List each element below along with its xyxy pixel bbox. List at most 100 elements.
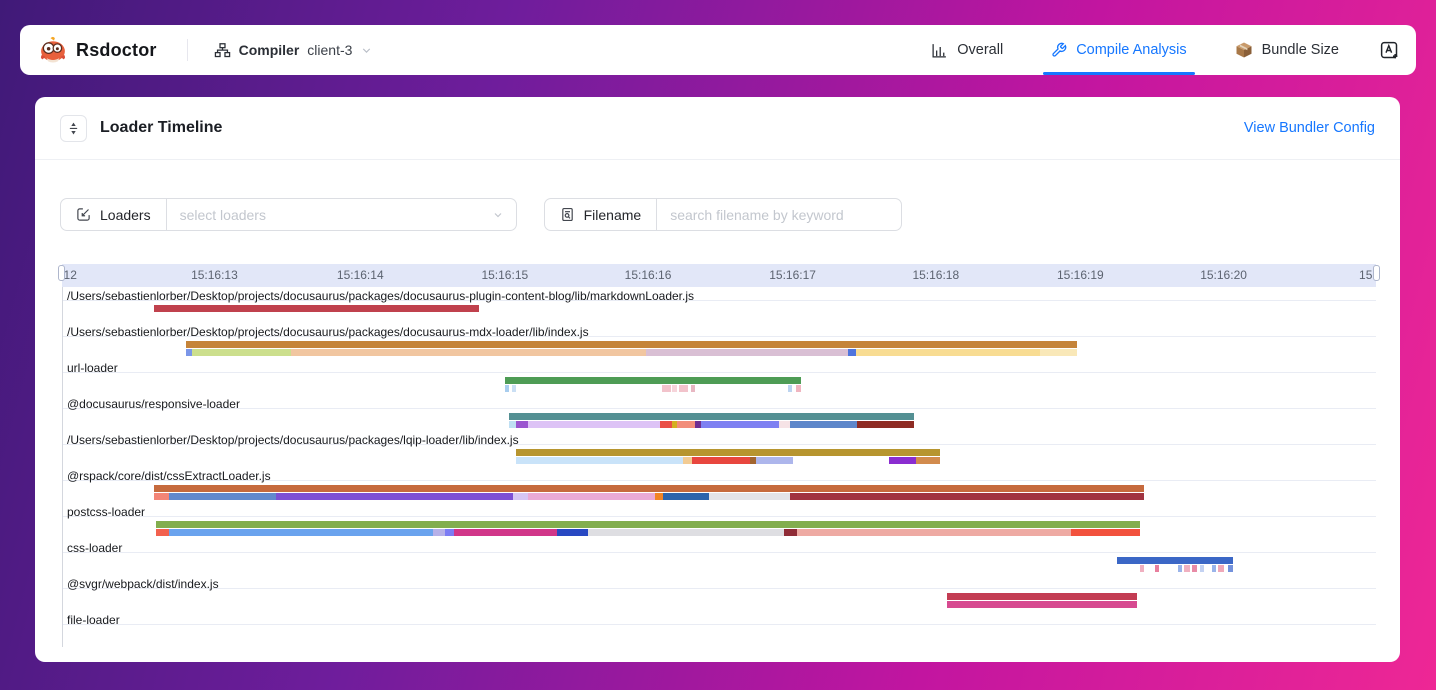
axis-tick: 15:16:15 bbox=[481, 268, 528, 282]
nav-compile-analysis[interactable]: Compile Analysis bbox=[1047, 25, 1190, 75]
loader-span[interactable] bbox=[186, 341, 1076, 348]
loader-span[interactable] bbox=[848, 349, 856, 356]
loader-span[interactable] bbox=[790, 493, 1143, 500]
loader-span[interactable] bbox=[1155, 565, 1159, 572]
loader-span[interactable] bbox=[756, 457, 793, 464]
loader-span[interactable] bbox=[512, 385, 516, 392]
loader-span[interactable] bbox=[660, 421, 672, 428]
timeline-row: /Users/sebastienlorber/Desktop/projects/… bbox=[63, 287, 1376, 323]
loader-span[interactable] bbox=[790, 421, 857, 428]
loader-span[interactable] bbox=[779, 421, 791, 428]
loader-span[interactable] bbox=[513, 493, 527, 500]
brand-title: Rsdoctor bbox=[76, 40, 157, 61]
loader-span[interactable] bbox=[916, 457, 940, 464]
nav-bundle-size-label: Bundle Size bbox=[1262, 42, 1339, 58]
loader-span[interactable] bbox=[509, 421, 516, 428]
loader-span[interactable] bbox=[677, 421, 694, 428]
loader-span[interactable] bbox=[709, 493, 790, 500]
loader-span[interactable] bbox=[692, 457, 750, 464]
loader-span[interactable] bbox=[701, 421, 778, 428]
timeline-row: file-loader bbox=[63, 611, 1376, 647]
loader-span[interactable] bbox=[156, 529, 169, 536]
loader-span[interactable] bbox=[291, 349, 646, 356]
timeline-row: url-loader bbox=[63, 359, 1376, 395]
timeline-lane bbox=[63, 421, 1376, 428]
loader-span[interactable] bbox=[788, 385, 792, 392]
loader-span[interactable] bbox=[516, 421, 528, 428]
loader-span[interactable] bbox=[1178, 565, 1182, 572]
nav-overall[interactable]: Overall bbox=[927, 25, 1007, 75]
loader-span[interactable] bbox=[663, 493, 709, 500]
loader-span[interactable] bbox=[1040, 349, 1077, 356]
loader-span[interactable] bbox=[1140, 565, 1144, 572]
loader-span[interactable] bbox=[947, 593, 1137, 600]
loader-span[interactable] bbox=[433, 529, 445, 536]
loader-span[interactable] bbox=[857, 421, 913, 428]
nav-bundle-size[interactable]: Bundle Size bbox=[1231, 25, 1343, 75]
loader-span[interactable] bbox=[192, 349, 292, 356]
loader-span[interactable] bbox=[796, 385, 801, 392]
loader-span[interactable] bbox=[528, 421, 661, 428]
loader-span[interactable] bbox=[516, 449, 940, 456]
loader-span[interactable] bbox=[445, 529, 454, 536]
brush-handle-right[interactable] bbox=[1373, 265, 1380, 281]
loader-span[interactable] bbox=[797, 529, 1071, 536]
top-nav: Overall Compile Analysis Bundle Size bbox=[907, 25, 1400, 75]
loader-span[interactable] bbox=[655, 493, 663, 500]
loader-span[interactable] bbox=[505, 385, 509, 392]
panel-header: Loader Timeline View Bundler Config bbox=[35, 97, 1400, 160]
loader-span[interactable] bbox=[784, 529, 797, 536]
loader-span[interactable] bbox=[154, 493, 170, 500]
timeline-lane bbox=[63, 377, 1376, 384]
loader-span[interactable] bbox=[1212, 565, 1216, 572]
timeline-lane bbox=[63, 449, 1376, 456]
loader-name: url-loader bbox=[63, 361, 118, 375]
loader-name: /Users/sebastienlorber/Desktop/projects/… bbox=[63, 289, 694, 303]
loader-span[interactable] bbox=[154, 305, 480, 312]
loader-span[interactable] bbox=[1218, 565, 1223, 572]
column-height-icon[interactable] bbox=[60, 115, 87, 142]
loader-span[interactable] bbox=[1192, 565, 1197, 572]
loader-span[interactable] bbox=[557, 529, 589, 536]
loader-span[interactable] bbox=[1200, 565, 1204, 572]
loader-span[interactable] bbox=[169, 529, 433, 536]
view-bundler-config-link[interactable]: View Bundler Config bbox=[1244, 120, 1375, 136]
loader-span[interactable] bbox=[1184, 565, 1189, 572]
loader-span[interactable] bbox=[516, 457, 683, 464]
loader-span[interactable] bbox=[691, 385, 695, 392]
axis-tick: 15:16:14 bbox=[337, 268, 384, 282]
axis-tick: 15:16:20 bbox=[1200, 268, 1247, 282]
loader-span[interactable] bbox=[1228, 565, 1233, 572]
translate-icon[interactable] bbox=[1379, 40, 1400, 61]
loader-span[interactable] bbox=[889, 457, 917, 464]
filename-search-input[interactable] bbox=[657, 198, 902, 231]
loader-span[interactable] bbox=[276, 493, 514, 500]
loader-span[interactable] bbox=[588, 529, 784, 536]
timeline-axis[interactable]: :1215:16:1315:16:1415:16:1515:16:1615:16… bbox=[62, 264, 1376, 287]
loader-span[interactable] bbox=[947, 601, 1137, 608]
loader-name: /Users/sebastienlorber/Desktop/projects/… bbox=[63, 325, 589, 339]
filename-addon-label: Filename bbox=[584, 207, 642, 223]
loader-span[interactable] bbox=[528, 493, 655, 500]
axis-tick: 15:16:18 bbox=[912, 268, 959, 282]
compiler-selector[interactable]: Compiler client-3 bbox=[214, 42, 374, 59]
loader-span[interactable] bbox=[856, 349, 1040, 356]
loader-span[interactable] bbox=[169, 493, 275, 500]
loader-span[interactable] bbox=[683, 457, 692, 464]
loader-span[interactable] bbox=[505, 377, 800, 384]
loaders-select[interactable]: select loaders bbox=[167, 198, 517, 231]
loader-span[interactable] bbox=[454, 529, 556, 536]
loader-span[interactable] bbox=[1071, 529, 1139, 536]
loader-span[interactable] bbox=[646, 349, 848, 356]
loader-span[interactable] bbox=[672, 385, 677, 392]
compiler-value: client-3 bbox=[307, 42, 352, 58]
loader-span[interactable] bbox=[1117, 557, 1233, 564]
loader-span[interactable] bbox=[156, 521, 1139, 528]
loader-span[interactable] bbox=[679, 385, 688, 392]
timeline-lane bbox=[63, 601, 1376, 608]
loader-span[interactable] bbox=[154, 485, 1144, 492]
loader-span[interactable] bbox=[509, 413, 913, 420]
brush-handle-left[interactable] bbox=[58, 265, 65, 281]
loader-name: file-loader bbox=[63, 613, 120, 627]
loader-span[interactable] bbox=[662, 385, 671, 392]
